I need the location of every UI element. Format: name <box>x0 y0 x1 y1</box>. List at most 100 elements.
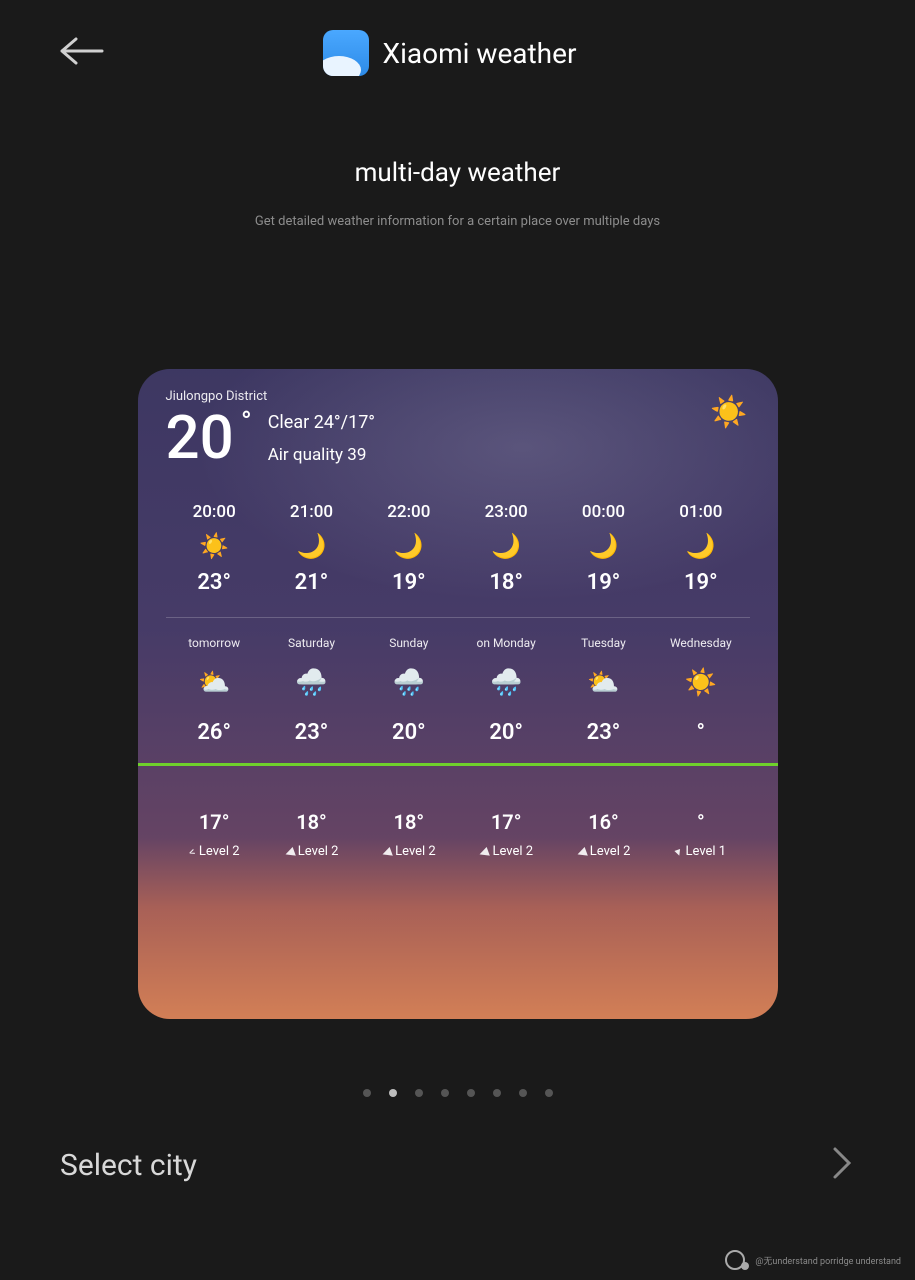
daily-col: Tuesday⛅23° <box>555 636 652 745</box>
daily-day: Saturday <box>263 636 360 650</box>
daily-day: Sunday <box>360 636 457 650</box>
daily-low: 18° <box>360 810 457 834</box>
daily-icon: 🌧️ <box>457 668 554 698</box>
chart-line <box>138 763 778 766</box>
daily-high: 26° <box>166 720 263 745</box>
app-icon <box>323 30 369 76</box>
daily-col: Sunday 🌧️ 20° <box>360 636 457 745</box>
hourly-time: 01:00 <box>652 502 749 522</box>
hourly-temp: 21° <box>263 570 360 595</box>
hourly-icon: 🌙 <box>652 532 749 560</box>
hourly-time: 23:00 <box>457 502 554 522</box>
daily-icon: 🌧️ <box>360 668 457 698</box>
daily-high: 20° <box>360 720 457 745</box>
daily-col-low: 17° <Level 2 <box>166 784 263 859</box>
daily-low: 17° <box>457 810 554 834</box>
daily-icon: 🌧️ <box>263 668 360 698</box>
daily-icon: ⛅ <box>555 668 652 698</box>
hourly-time: 22:00 <box>360 502 457 522</box>
hourly-col: 22:00 🌙 19° <box>360 502 457 595</box>
daily-col-low: 16° ◀Level 2 <box>555 784 652 859</box>
hourly-icon: 🌙 <box>360 532 457 560</box>
hourly-icon: 🌙 <box>263 532 360 560</box>
pager-dot[interactable] <box>467 1089 475 1097</box>
daily-low-row: 17°<Level 218°◀Level 218°◀Level 217°◀Lev… <box>166 784 750 859</box>
wind-arrow-icon: < <box>187 844 198 859</box>
hourly-icon: ☀️ <box>166 532 263 560</box>
current-temp-value: 20 <box>166 402 234 473</box>
pager-dot[interactable] <box>415 1089 423 1097</box>
watermark: @无understand porridge understand <box>725 1250 901 1270</box>
wind-arrow-icon: ▾ <box>673 844 683 859</box>
condition-text: Clear 24°/17° <box>268 412 375 433</box>
daily-icon: ☀️ <box>652 668 749 698</box>
divider <box>166 617 750 618</box>
hourly-row: 20:00☀️23°21:00🌙21°22:00🌙19°23:00🌙18°00:… <box>166 502 750 595</box>
hourly-col: 23:00 🌙 18° <box>457 502 554 595</box>
daily-row: tomorrow⛅26°Saturday🌧️23°Sunday🌧️20°on M… <box>166 636 750 745</box>
daily-low: 17° <box>166 810 263 834</box>
degree-symbol: ° <box>241 408 252 436</box>
district-label: Jiulongpo District <box>166 389 750 404</box>
select-city-label: Select city <box>60 1148 197 1183</box>
hourly-icon: 🌙 <box>457 532 554 560</box>
daily-col: Wednesday ☀️ ° <box>652 636 749 745</box>
daily-high: 20° <box>457 720 554 745</box>
daily-wind: ◀Level 2 <box>457 844 554 859</box>
daily-day: tomorrow <box>166 636 263 650</box>
daily-col: tomorrow ⛅ 26° <box>166 636 263 745</box>
hourly-col: 20:00 ☀️ 23° <box>166 502 263 595</box>
pager-dot[interactable] <box>519 1089 527 1097</box>
weather-card: Jiulongpo District 20° Clear 24°/17° Air… <box>138 369 778 1019</box>
hourly-col: 21:00 🌙 21° <box>263 502 360 595</box>
daily-high: 23° <box>555 720 652 745</box>
pager-dot[interactable] <box>493 1089 501 1097</box>
air-quality-text: Air quality 39 <box>268 445 375 465</box>
pager-dot[interactable] <box>389 1089 397 1097</box>
page-indicator[interactable] <box>0 1089 915 1097</box>
daily-wind: ◀Level 2 <box>263 844 360 859</box>
pager-dot[interactable] <box>545 1089 553 1097</box>
hourly-temp: 19° <box>652 570 749 595</box>
hourly-temp: 19° <box>555 570 652 595</box>
hourly-col: 01:00 🌙 19° <box>652 502 749 595</box>
daily-low: 16° <box>555 810 652 834</box>
daily-icon: ⛅ <box>166 668 263 698</box>
daily-col: Saturday🌧️23° <box>263 636 360 745</box>
daily-wind: ◀Level 2 <box>555 844 652 859</box>
hourly-time: 21:00 <box>263 502 360 522</box>
daily-low: ° <box>652 810 749 834</box>
daily-high: ° <box>652 720 749 745</box>
app-title: Xiaomi weather <box>383 37 577 70</box>
weibo-icon <box>725 1250 749 1270</box>
daily-col-low: 17° ◀Level 2 <box>457 784 554 859</box>
daily-col-low: ° ▾Level 1 <box>652 784 749 859</box>
pager-dot[interactable] <box>363 1089 371 1097</box>
hourly-icon: 🌙 <box>555 532 652 560</box>
daily-day: on Monday <box>457 636 554 650</box>
pager-dot[interactable] <box>441 1089 449 1097</box>
hourly-temp: 18° <box>457 570 554 595</box>
select-city-row[interactable]: Select city <box>0 1145 915 1185</box>
daily-wind: <Level 2 <box>166 844 263 859</box>
hourly-temp: 19° <box>360 570 457 595</box>
daily-col: on Monday 🌧️ 20° <box>457 636 554 745</box>
daily-col-low: 18° ◀Level 2 <box>263 784 360 859</box>
daily-col-low: 18° ◀Level 2 <box>360 784 457 859</box>
wind-arrow-icon: ◀ <box>380 843 393 859</box>
daily-day: Wednesday <box>652 636 749 650</box>
hourly-temp: 23° <box>166 570 263 595</box>
page-description: Get detailed weather information for a c… <box>0 214 915 229</box>
daily-low: 18° <box>263 810 360 834</box>
hourly-col: 00:00 🌙 19° <box>555 502 652 595</box>
page-subtitle: multi-day weather <box>0 158 915 188</box>
watermark-text: @无understand porridge understand <box>755 1254 901 1267</box>
sun-icon: ☀️ <box>710 395 747 430</box>
chevron-right-icon <box>831 1145 855 1185</box>
hourly-time: 20:00 <box>166 502 263 522</box>
daily-wind: ◀Level 2 <box>360 844 457 859</box>
wind-arrow-icon: ◀ <box>282 843 295 859</box>
daily-wind: ▾Level 1 <box>652 844 749 859</box>
hourly-time: 00:00 <box>555 502 652 522</box>
current-temp: 20° <box>166 408 234 468</box>
